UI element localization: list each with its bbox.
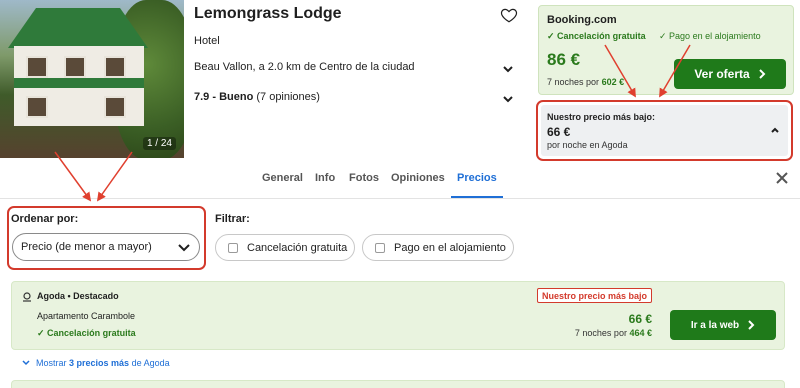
chevron-up-icon[interactable] [770,125,780,135]
chevron-right-icon [748,320,755,330]
filter-label: Filtrar: [215,213,250,225]
lowest-price-label: Nuestro precio más bajo: [547,112,656,122]
result-nights: 7 noches por 464 € [574,328,652,338]
lowest-price-badge: Nuestro precio más bajo [537,288,653,303]
photo-window [26,56,48,78]
offer-nights: 7 noches por 602 € [547,77,625,87]
photo-window [26,96,48,118]
rating-chevron-down-icon[interactable] [502,93,514,105]
photo-window [104,96,126,118]
rating-score: 7.9 - Bueno [194,91,254,103]
show-more-prefix: Mostrar [36,358,67,368]
photo-porch [14,78,144,88]
show-more-count: 3 precios más [69,358,130,368]
view-offer-button[interactable]: Ver oferta [674,59,786,89]
booking-offer-card[interactable]: Booking.com ✓ Cancelación gratuita ✓ Pag… [538,5,794,95]
offer-provider: Booking.com [547,14,617,26]
lowest-price-value: 66 € [547,125,571,139]
chevron-down-icon [22,360,30,366]
rating-count: (7 opiniones) [256,91,320,103]
hotel-location: Beau Vallon, a 2.0 km de Centro de la ci… [194,61,415,73]
sort-label: Ordenar por: [11,213,79,225]
hotel-name[interactable]: Lemongrass Lodge [194,5,342,23]
lowest-price-highlight[interactable]: Nuestro precio más bajo: 66 € por noche … [536,100,793,161]
favorite-heart-icon[interactable] [500,6,518,24]
go-to-site-label: Ir a la web [690,319,740,331]
result-cancellation: ✓ Cancelación gratuita [37,328,136,338]
result-room: Apartamento Carambole [37,311,136,321]
hotel-rating: 7.9 - Bueno (7 opiniones) [194,91,320,103]
location-chevron-down-icon[interactable] [502,63,514,75]
tab-general[interactable]: General [262,172,303,184]
chevron-down-icon [178,244,190,252]
provider-logo-icon [23,292,31,302]
result-price: 66 € [628,312,652,326]
hotel-type: Hotel [194,35,220,47]
active-tab-indicator [451,196,503,198]
chevron-right-icon [758,69,766,79]
tab-opiniones[interactable]: Opiniones [391,172,445,184]
lowest-price-sub: por noche en Agoda [547,140,628,150]
price-result-card[interactable]: Agoda • Destacado Apartamento Carambole … [11,281,785,350]
close-icon[interactable] [775,171,789,185]
offer-feature-cancel: ✓ Cancelación gratuita [547,31,646,41]
view-offer-label: Ver oferta [694,67,750,81]
checkbox-icon[interactable] [375,242,385,253]
result-provider: Agoda • Destacado [37,291,119,301]
go-to-site-button[interactable]: Ir a la web [670,310,776,340]
photo-window [104,56,126,78]
offer-feature-payment: ✓ Pago en el alojamiento [659,31,761,41]
tab-info[interactable]: Info [315,172,335,184]
hotel-photo[interactable]: 1 / 24 [0,0,184,158]
next-result-card[interactable] [11,380,785,388]
tab-precios[interactable]: Precios [457,172,497,184]
tab-fotos[interactable]: Fotos [349,172,379,184]
filter-free-cancellation[interactable]: Cancelación gratuita [215,234,355,261]
show-more-prices-link[interactable]: Mostrar 3 precios más de Agoda [22,358,170,368]
offer-price: 86 € [547,50,581,69]
checkbox-icon[interactable] [228,242,238,253]
sort-value: Precio (de menor a mayor) [21,241,152,253]
photo-counter: 1 / 24 [142,137,176,150]
photo-window [64,56,86,78]
filter-option-label: Pago en el alojamiento [394,241,506,254]
sort-select[interactable]: Precio (de menor a mayor) [12,233,200,261]
filter-option-label: Cancelación gratuita [247,241,348,254]
detail-tabs: General Info Fotos Opiniones Precios [0,163,800,199]
filter-pay-at-property[interactable]: Pago en el alojamiento [362,234,514,261]
show-more-suffix: de Agoda [131,358,170,368]
lowest-price-panel: Nuestro precio más bajo: 66 € por noche … [541,105,788,156]
